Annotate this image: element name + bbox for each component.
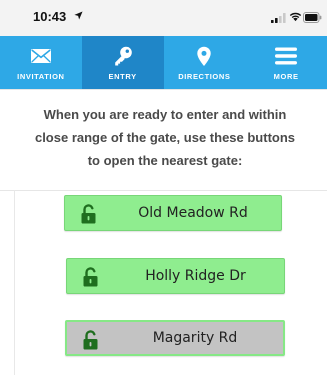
tab-entry-label: ENTRY xyxy=(108,72,137,81)
status-time: 10:43 xyxy=(33,9,67,24)
tab-more-label: MORE xyxy=(273,72,299,81)
location-arrow-icon xyxy=(74,11,83,20)
map-pin-icon xyxy=(197,46,212,66)
gate-entry-screen: 10:43 INVITATION ENTRY DIRECTIONS MORE W… xyxy=(0,0,327,375)
envelope-icon xyxy=(30,49,51,63)
unlock-icon xyxy=(83,267,98,287)
gate-button-holly-ridge-dr[interactable]: Holly Ridge Dr xyxy=(66,258,285,294)
entry-instructions: When you are ready to enter and within c… xyxy=(34,107,296,168)
tab-entry[interactable]: ENTRY xyxy=(81,36,164,89)
tab-invitation[interactable]: INVITATION xyxy=(0,36,82,89)
gate-label: Holly Ridge Dr xyxy=(145,268,246,284)
gate-label: Old Meadow Rd xyxy=(138,205,248,221)
content-border xyxy=(14,190,15,375)
wifi-icon xyxy=(289,12,302,22)
unlock-icon xyxy=(81,204,96,224)
hamburger-menu-icon xyxy=(275,47,298,65)
key-icon xyxy=(114,46,132,66)
gate-button-magarity-rd[interactable]: Magarity Rd xyxy=(65,320,285,356)
gate-button-old-meadow-rd[interactable]: Old Meadow Rd xyxy=(64,195,282,231)
tab-directions[interactable]: DIRECTIONS xyxy=(164,36,246,89)
section-divider xyxy=(0,190,327,191)
cellular-signal-icon xyxy=(271,13,286,23)
unlock-icon xyxy=(83,330,98,350)
tab-directions-label: DIRECTIONS xyxy=(178,72,231,81)
tab-bar: INVITATION ENTRY DIRECTIONS MORE xyxy=(0,36,327,89)
header-divider xyxy=(0,89,327,90)
tab-invitation-label: INVITATION xyxy=(17,72,65,81)
battery-icon xyxy=(303,12,322,23)
gate-label: Magarity Rd xyxy=(152,330,238,346)
status-bar: 10:43 xyxy=(0,0,327,36)
tab-more[interactable]: MORE xyxy=(245,36,327,89)
